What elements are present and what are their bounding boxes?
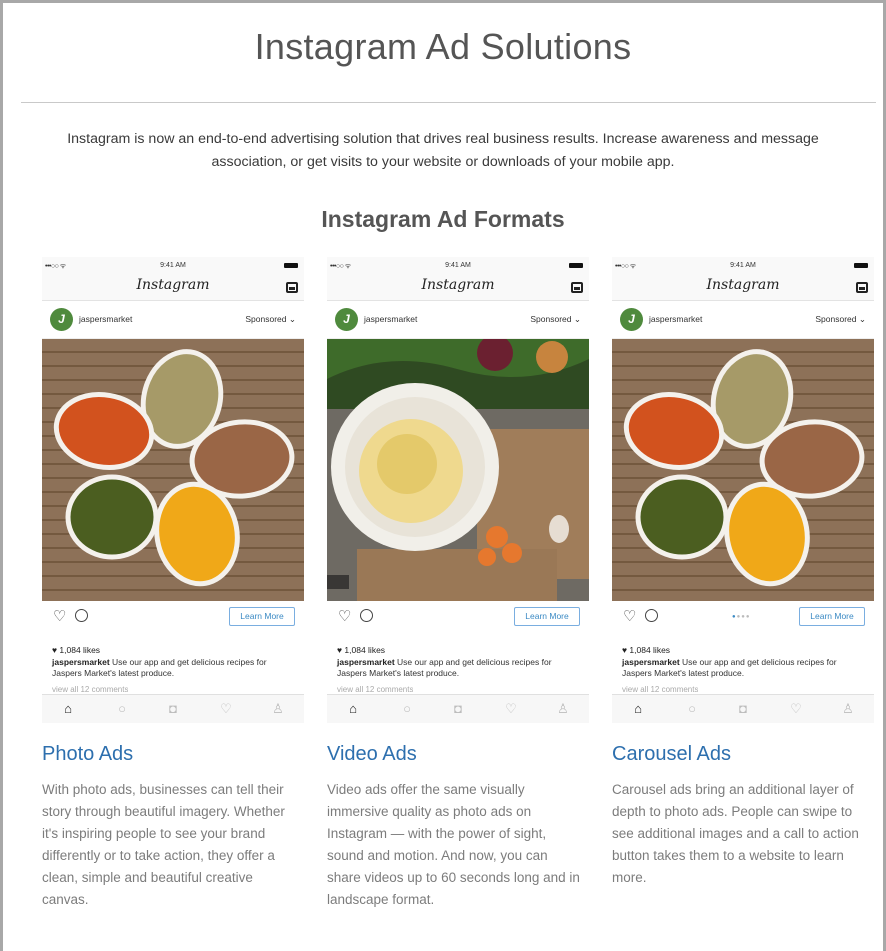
view-comments-link[interactable]: view all 12 comments	[52, 685, 128, 693]
learn-more-button[interactable]: Learn More	[799, 607, 865, 626]
status-bar: •••○○ ᯤ 9:41 AM	[42, 257, 304, 277]
sponsored-label[interactable]: Sponsored ⌄	[530, 314, 581, 325]
tab-bar: ⌂ ○ ◘ ♡ ♙	[327, 694, 589, 723]
home-icon[interactable]: ⌂	[628, 701, 648, 717]
app-header: Instagram	[612, 277, 874, 301]
heart-tab-icon[interactable]: ♡	[216, 701, 236, 717]
comment-icon[interactable]	[645, 609, 658, 622]
view-comments-link[interactable]: view all 12 comments	[622, 685, 698, 693]
post-actions: ♡ ●●●● Learn More	[612, 601, 874, 631]
carousel-dots[interactable]: ●●●●	[732, 614, 751, 620]
post-header: J jaspersmarket Sponsored ⌄	[327, 301, 589, 339]
view-comments-link[interactable]: view all 12 comments	[337, 685, 413, 693]
app-header: Instagram	[327, 277, 589, 301]
heart-tab-icon[interactable]: ♡	[501, 701, 521, 717]
status-time: 9:41 AM	[160, 262, 186, 269]
post-caption: jaspersmarket Use our app and get delici…	[622, 657, 867, 679]
sponsored-label[interactable]: Sponsored ⌄	[815, 314, 866, 325]
app-header: Instagram	[42, 277, 304, 301]
phone-mockup-photo: •••○○ ᯤ 9:41 AM Instagram J jaspersmarke…	[42, 257, 304, 723]
carousel-ads-title[interactable]: Carousel Ads	[612, 743, 874, 766]
profile-icon[interactable]: ♙	[553, 701, 573, 717]
search-icon[interactable]: ○	[112, 701, 132, 717]
inbox-icon[interactable]	[286, 282, 298, 293]
caption-username[interactable]: jaspersmarket	[52, 657, 110, 667]
battery-icon	[854, 263, 868, 268]
section-subtitle: Instagram Ad Formats	[321, 206, 565, 232]
likes-count: ♥ 1,084 likes	[52, 645, 101, 655]
status-bar: •••○○ ᯤ 9:41 AM	[327, 257, 589, 277]
status-bar: •••○○ ᯤ 9:41 AM	[612, 257, 874, 277]
inbox-icon[interactable]	[856, 282, 868, 293]
home-icon[interactable]: ⌂	[343, 701, 363, 717]
camera-icon[interactable]: ◘	[733, 701, 753, 717]
post-username[interactable]: jaspersmarket	[364, 314, 417, 324]
photo-ads-description: With photo ads, businesses can tell thei…	[42, 782, 285, 907]
battery-icon	[284, 263, 298, 268]
post-header: J jaspersmarket Sponsored ⌄	[42, 301, 304, 339]
video-ads-title[interactable]: Video Ads	[327, 743, 589, 766]
post-header: J jaspersmarket Sponsored ⌄	[612, 301, 874, 339]
avatar[interactable]: J	[620, 308, 643, 331]
caption-username[interactable]: jaspersmarket	[337, 657, 395, 667]
home-icon[interactable]: ⌂	[58, 701, 78, 717]
learn-more-button[interactable]: Learn More	[514, 607, 580, 626]
learn-more-button[interactable]: Learn More	[229, 607, 295, 626]
profile-icon[interactable]: ♙	[268, 701, 288, 717]
post-actions: ♡ Learn More	[42, 601, 304, 631]
post-video-pasta[interactable]	[327, 339, 589, 601]
post-carousel-spices[interactable]	[612, 339, 874, 601]
sponsored-label[interactable]: Sponsored ⌄	[245, 314, 296, 325]
photo-ads-title[interactable]: Photo Ads	[42, 743, 304, 766]
camera-icon[interactable]: ◘	[448, 701, 468, 717]
camera-icon[interactable]: ◘	[163, 701, 183, 717]
comment-icon[interactable]	[360, 609, 373, 622]
inbox-icon[interactable]	[571, 282, 583, 293]
intro-text: Instagram is now an end-to-end advertisi…	[67, 131, 819, 170]
post-actions: ♡ Learn More	[327, 601, 589, 631]
photo-ads-column: •••○○ ᯤ 9:41 AM Instagram J jaspersmarke…	[42, 257, 304, 911]
status-time: 9:41 AM	[445, 262, 471, 269]
post-image-spices	[42, 339, 304, 601]
post-caption: jaspersmarket Use our app and get delici…	[52, 657, 297, 679]
search-icon[interactable]: ○	[397, 701, 417, 717]
instagram-logo: Instagram	[136, 277, 210, 293]
video-ads-column: •••○○ ᯤ 9:41 AM Instagram J jaspersmarke…	[327, 257, 589, 911]
avatar[interactable]: J	[50, 308, 73, 331]
like-icon[interactable]: ♡	[623, 609, 636, 624]
profile-icon[interactable]: ♙	[838, 701, 858, 717]
divider	[21, 102, 876, 103]
post-caption: jaspersmarket Use our app and get delici…	[337, 657, 582, 679]
phone-mockup-video: •••○○ ᯤ 9:41 AM Instagram J jaspersmarke…	[327, 257, 589, 723]
likes-count: ♥ 1,084 likes	[622, 645, 671, 655]
tab-bar: ⌂ ○ ◘ ♡ ♙	[42, 694, 304, 723]
post-username[interactable]: jaspersmarket	[649, 314, 702, 324]
status-time: 9:41 AM	[730, 262, 756, 269]
carousel-ads-description: Carousel ads bring an additional layer o…	[612, 782, 859, 885]
instagram-logo: Instagram	[706, 277, 780, 293]
avatar[interactable]: J	[335, 308, 358, 331]
page-title: Instagram Ad Solutions	[254, 26, 632, 67]
caption-username[interactable]: jaspersmarket	[622, 657, 680, 667]
like-icon[interactable]: ♡	[338, 609, 351, 624]
search-icon[interactable]: ○	[682, 701, 702, 717]
instagram-logo: Instagram	[421, 277, 495, 293]
post-username[interactable]: jaspersmarket	[79, 314, 132, 324]
comment-icon[interactable]	[75, 609, 88, 622]
like-icon[interactable]: ♡	[53, 609, 66, 624]
tab-bar: ⌂ ○ ◘ ♡ ♙	[612, 694, 874, 723]
likes-count: ♥ 1,084 likes	[337, 645, 386, 655]
heart-tab-icon[interactable]: ♡	[786, 701, 806, 717]
video-ads-description: Video ads offer the same visually immers…	[327, 782, 580, 907]
phone-mockup-carousel: •••○○ ᯤ 9:41 AM Instagram J jaspersmarke…	[612, 257, 874, 723]
battery-icon	[569, 263, 583, 268]
carousel-ads-column: •••○○ ᯤ 9:41 AM Instagram J jaspersmarke…	[612, 257, 874, 889]
